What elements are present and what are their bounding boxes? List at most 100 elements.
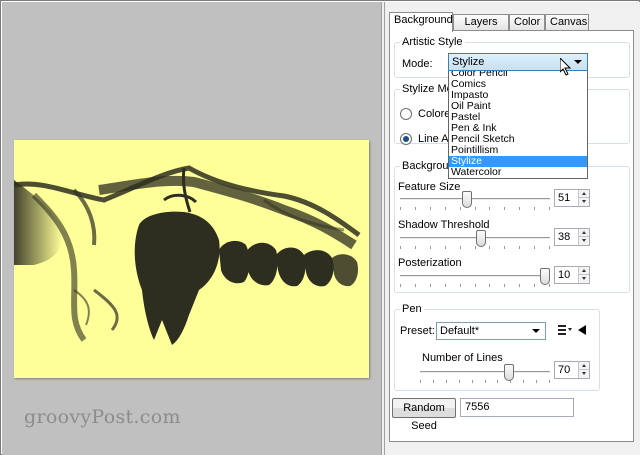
- feature-size-thumb[interactable]: [462, 191, 472, 208]
- random-seed-input[interactable]: 7556: [460, 398, 574, 417]
- slider-tick: [536, 380, 537, 383]
- slider-tick: [415, 284, 416, 287]
- posterization-spinner[interactable]: 10: [554, 266, 590, 284]
- slider-tick: [445, 246, 446, 249]
- chevron-down-icon: [574, 60, 582, 64]
- slider-tick: [534, 246, 535, 249]
- colored-radio[interactable]: [400, 108, 412, 120]
- slider-tick: [549, 284, 550, 287]
- spin-up-icon[interactable]: [579, 190, 589, 198]
- preset-select[interactable]: Default*: [436, 322, 546, 340]
- slider-tick: [497, 380, 498, 383]
- slider-tick: [489, 246, 490, 249]
- slider-tick: [415, 207, 416, 210]
- preview-pane: groovyPost.com: [2, 2, 381, 455]
- slider-tick: [430, 207, 431, 210]
- slider-tick: [549, 380, 550, 383]
- slider-tick: [534, 207, 535, 210]
- mode-option-watercolor[interactable]: Watercolor: [449, 167, 587, 178]
- slider-tick: [460, 207, 461, 210]
- mode-label: Mode:: [402, 58, 433, 70]
- slider-tick: [430, 284, 431, 287]
- slider-tick: [472, 380, 473, 383]
- feature-size-value: 51: [558, 192, 571, 204]
- slider-tick: [549, 207, 550, 210]
- slider-tick: [519, 246, 520, 249]
- shadow-threshold-value: 38: [558, 231, 571, 243]
- slider-tick: [460, 284, 461, 287]
- slider-tick: [475, 246, 476, 249]
- feature-size-track[interactable]: [400, 198, 550, 201]
- slider-tick: [400, 207, 401, 210]
- number-of-lines-spinner[interactable]: 70: [554, 361, 590, 379]
- slider-tick: [400, 246, 401, 249]
- slider-tick: [504, 246, 505, 249]
- slider-tick: [489, 284, 490, 287]
- preview-canvas[interactable]: [14, 140, 369, 378]
- spin-up-icon[interactable]: [579, 267, 589, 275]
- tab-layers[interactable]: Layers: [453, 14, 509, 31]
- slider-tick: [534, 284, 535, 287]
- spin-down-icon[interactable]: [579, 237, 589, 245]
- slider-tick: [504, 284, 505, 287]
- spin-down-icon[interactable]: [579, 370, 589, 378]
- line-art-radio[interactable]: [400, 133, 412, 145]
- slider-tick: [475, 284, 476, 287]
- mode-dropdown-list: Color Pencil Comics Impasto Oil Paint Pa…: [448, 67, 588, 179]
- number-of-lines-thumb[interactable]: [504, 364, 514, 381]
- slider-tick: [400, 284, 401, 287]
- slider-tick: [445, 284, 446, 287]
- tab-canvas[interactable]: Canvas: [545, 14, 589, 31]
- slider-tick: [430, 246, 431, 249]
- feature-size-ticks: [400, 207, 550, 211]
- slider-tick: [519, 207, 520, 210]
- mouse-cursor-icon: [559, 56, 572, 79]
- shadow-threshold-thumb[interactable]: [476, 230, 486, 247]
- slider-tick: [504, 207, 505, 210]
- slider-tick: [485, 380, 486, 383]
- spin-up-icon[interactable]: [579, 362, 589, 370]
- number-of-lines-value: 70: [558, 364, 571, 376]
- stylized-artwork: [14, 165, 361, 345]
- tab-background[interactable]: Background: [389, 12, 453, 32]
- shadow-threshold-track[interactable]: [400, 237, 550, 240]
- shadow-threshold-label: Shadow Threshold: [398, 219, 490, 231]
- pen-title: Pen: [400, 303, 424, 315]
- posterization-value: 10: [558, 269, 571, 281]
- number-of-lines-ticks: [420, 380, 550, 384]
- artistic-style-title: Artistic Style: [400, 36, 465, 48]
- posterization-thumb[interactable]: [540, 268, 550, 285]
- spin-up-icon[interactable]: [579, 229, 589, 237]
- random-seed-button[interactable]: Random Seed: [392, 398, 456, 432]
- shadow-threshold-spinner[interactable]: 38: [554, 228, 590, 246]
- slider-tick: [433, 380, 434, 383]
- chevron-down-icon: [532, 329, 540, 333]
- number-of-lines-track[interactable]: [420, 371, 550, 374]
- preset-select-value: Default*: [440, 325, 480, 337]
- posterization-label: Posterization: [398, 257, 462, 269]
- number-of-lines-label: Number of Lines: [422, 352, 503, 364]
- menu-list-icon[interactable]: [558, 325, 572, 335]
- slider-tick: [446, 380, 447, 383]
- slider-tick: [519, 284, 520, 287]
- posterization-track[interactable]: [400, 275, 550, 278]
- collapse-arrow-icon[interactable]: [578, 325, 587, 335]
- tab-color[interactable]: Color: [509, 14, 545, 31]
- slider-tick: [549, 246, 550, 249]
- watermark-text: groovyPost.com: [24, 406, 181, 428]
- slider-tick: [523, 380, 524, 383]
- posterization-ticks: [400, 284, 550, 288]
- spin-down-icon[interactable]: [579, 198, 589, 206]
- slider-tick: [420, 380, 421, 383]
- mode-select-value: Stylize: [452, 56, 485, 68]
- slider-tick: [459, 380, 460, 383]
- spin-down-icon[interactable]: [579, 275, 589, 283]
- slider-tick: [445, 207, 446, 210]
- slider-tick: [475, 207, 476, 210]
- feature-size-label: Feature Size: [398, 181, 461, 193]
- slider-tick: [460, 246, 461, 249]
- slider-tick: [489, 207, 490, 210]
- preset-label: Preset:: [400, 325, 435, 337]
- slider-tick: [415, 246, 416, 249]
- feature-size-spinner[interactable]: 51: [554, 189, 590, 207]
